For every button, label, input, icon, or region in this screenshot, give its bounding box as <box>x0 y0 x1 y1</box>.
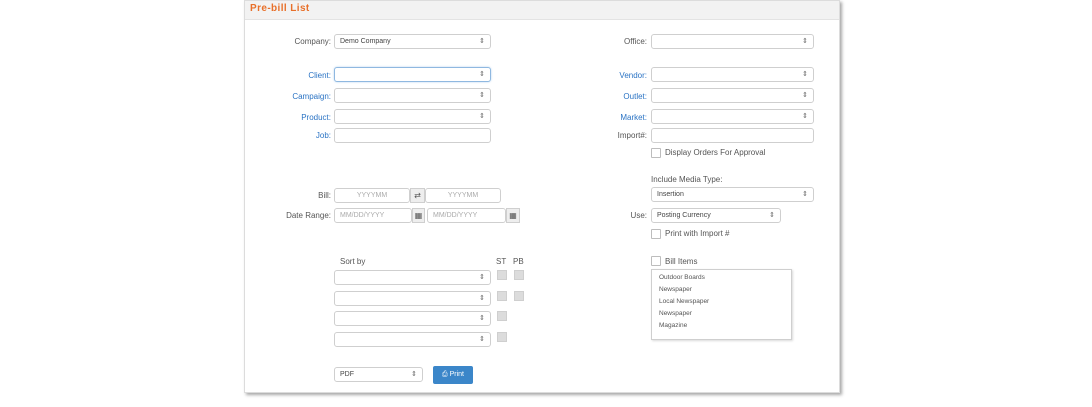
select-arrows-icon: ⇕ <box>479 336 485 343</box>
select-arrows-icon: ⇕ <box>411 371 417 378</box>
date-to-input[interactable]: MM/DD/YYYY <box>427 208 506 223</box>
select-arrows-icon: ⇕ <box>479 71 485 78</box>
client-label[interactable]: Client: <box>308 71 331 80</box>
use-label: Use: <box>630 211 647 220</box>
company-select[interactable]: Demo Company ⇕ <box>334 34 491 49</box>
campaign-label[interactable]: Campaign: <box>292 92 331 101</box>
select-arrows-icon: ⇕ <box>769 212 775 219</box>
bill-items-label: Bill Items <box>665 257 698 266</box>
sort-select-3[interactable]: ⇕ <box>334 311 491 326</box>
use-value: Posting Currency <box>657 212 711 219</box>
sort-st-checkbox-3[interactable] <box>497 311 507 321</box>
outlet-select[interactable]: ⇕ <box>651 88 814 103</box>
vendor-select[interactable]: ⇕ <box>651 67 814 82</box>
campaign-select[interactable]: ⇕ <box>334 88 491 103</box>
select-arrows-icon: ⇕ <box>802 92 808 99</box>
market-select[interactable]: ⇕ <box>651 109 814 124</box>
use-select[interactable]: Posting Currency ⇕ <box>651 208 781 223</box>
sort-st-checkbox-1[interactable] <box>497 270 507 280</box>
panel-header: Pre-bill List <box>245 1 839 20</box>
printer-icon: ⎙ <box>442 371 448 378</box>
import-input[interactable] <box>651 128 814 143</box>
display-orders-checkbox[interactable] <box>651 148 661 158</box>
page-title: Pre-bill List <box>250 3 310 14</box>
office-label: Office: <box>624 37 647 46</box>
vendor-label[interactable]: Vendor: <box>619 71 647 80</box>
company-value: Demo Company <box>340 38 391 45</box>
output-format-select[interactable]: PDF ⇕ <box>334 367 423 382</box>
date-from-input[interactable]: MM/DD/YYYY <box>334 208 412 223</box>
sort-select-4[interactable]: ⇕ <box>334 332 491 347</box>
list-item[interactable]: Magazine <box>659 322 687 329</box>
job-input[interactable] <box>334 128 491 143</box>
calendar-icon[interactable]: ▦ <box>506 208 520 223</box>
bill-label: Bill: <box>318 191 331 200</box>
output-format-value: PDF <box>340 371 354 378</box>
select-arrows-icon: ⇕ <box>479 295 485 302</box>
date-range-label: Date Range: <box>286 211 331 220</box>
select-arrows-icon: ⇕ <box>802 38 808 45</box>
swap-arrows-icon[interactable]: ⇄ <box>410 188 425 203</box>
company-label: Company: <box>294 37 331 46</box>
sort-select-2[interactable]: ⇕ <box>334 291 491 306</box>
print-button[interactable]: ⎙ Print <box>433 366 473 384</box>
product-label[interactable]: Product: <box>301 113 331 122</box>
select-arrows-icon: ⇕ <box>479 315 485 322</box>
print-import-checkbox[interactable] <box>651 229 661 239</box>
display-orders-label: Display Orders For Approval <box>665 148 766 157</box>
sort-pb-checkbox-1[interactable] <box>514 270 524 280</box>
outlet-label[interactable]: Outlet: <box>623 92 647 101</box>
print-button-label: Print <box>449 371 464 378</box>
include-media-type-label: Include Media Type: <box>651 175 723 184</box>
select-arrows-icon: ⇕ <box>479 92 485 99</box>
bill-to-input[interactable]: YYYYMM <box>425 188 501 203</box>
client-select[interactable]: ⇕ <box>334 67 491 82</box>
sort-st-checkbox-4[interactable] <box>497 332 507 342</box>
import-label: Import#: <box>617 131 647 140</box>
market-label[interactable]: Market: <box>620 113 647 122</box>
job-label[interactable]: Job: <box>316 131 331 140</box>
bill-from-input[interactable]: YYYYMM <box>334 188 410 203</box>
bill-items-checkbox[interactable] <box>651 256 661 266</box>
sort-pb-checkbox-2[interactable] <box>514 291 524 301</box>
print-import-label: Print with Import # <box>665 229 730 238</box>
select-arrows-icon: ⇕ <box>802 71 808 78</box>
sort-by-label: Sort by <box>340 257 366 266</box>
select-arrows-icon: ⇕ <box>479 38 485 45</box>
list-item[interactable]: Outdoor Boards <box>659 274 705 281</box>
calendar-icon[interactable]: ▦ <box>412 208 425 223</box>
select-arrows-icon: ⇕ <box>802 113 808 120</box>
list-item[interactable]: Newspaper <box>659 286 692 293</box>
office-select[interactable]: ⇕ <box>651 34 814 49</box>
st-column-label: ST <box>496 257 507 266</box>
list-item[interactable]: Newspaper <box>659 310 692 317</box>
sort-st-checkbox-2[interactable] <box>497 291 507 301</box>
sort-select-1[interactable]: ⇕ <box>334 270 491 285</box>
media-type-select[interactable]: Insertion ⇕ <box>651 187 814 202</box>
list-item[interactable]: Local Newspaper <box>659 298 709 305</box>
bill-items-listbox[interactable]: Outdoor Boards Newspaper Local Newspaper… <box>651 269 792 340</box>
select-arrows-icon: ⇕ <box>802 191 808 198</box>
pb-column-label: PB <box>513 257 524 266</box>
product-select[interactable]: ⇕ <box>334 109 491 124</box>
select-arrows-icon: ⇕ <box>479 113 485 120</box>
media-type-value: Insertion <box>657 191 684 198</box>
select-arrows-icon: ⇕ <box>479 274 485 281</box>
